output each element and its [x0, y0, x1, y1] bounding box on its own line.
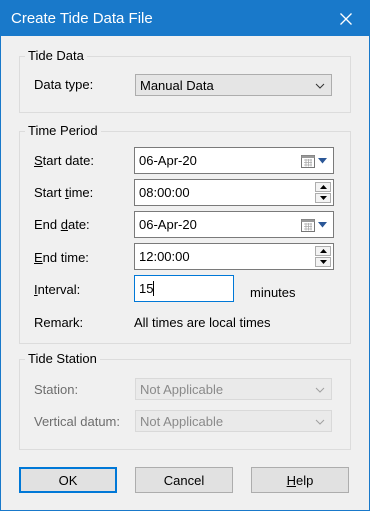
- chevron-down-icon: [315, 419, 325, 425]
- data-type-dropdown[interactable]: Manual Data: [135, 74, 332, 96]
- interval-label: Interval:: [34, 282, 80, 298]
- start-time-label-a: Start: [34, 185, 66, 200]
- cancel-button[interactable]: Cancel: [135, 467, 233, 493]
- end-time-value: 12:00:00: [139, 249, 190, 264]
- arrow-down-icon: [319, 260, 327, 264]
- start-date-label-text: tart date:: [42, 153, 94, 168]
- start-date-picker[interactable]: 06-Apr-20: [134, 147, 334, 174]
- tide-station-legend: Tide Station: [25, 351, 100, 367]
- interval-label-text: nterval:: [37, 282, 81, 297]
- chevron-down-icon: [318, 158, 327, 164]
- vertical-datum-value: Not Applicable: [140, 414, 224, 429]
- end-time-spin-buttons: [315, 246, 331, 267]
- start-date-calendar-button[interactable]: [301, 153, 329, 169]
- chevron-down-icon: [315, 387, 325, 393]
- start-time-down-button[interactable]: [315, 193, 331, 203]
- station-value: Not Applicable: [140, 382, 224, 397]
- arrow-up-icon: [319, 185, 327, 189]
- station-label: Station:: [34, 382, 79, 397]
- station-dropdown[interactable]: Not Applicable: [135, 378, 332, 400]
- end-date-calendar-button[interactable]: [301, 217, 329, 233]
- end-time-label-text: nd time:: [42, 250, 89, 265]
- end-time-down-button[interactable]: [315, 257, 331, 267]
- end-date-label-a: End: [34, 217, 61, 232]
- vertical-datum-label: Vertical datum:: [34, 414, 120, 429]
- tide-station-group: Tide Station: [19, 351, 351, 450]
- start-time-label-b: ime:: [68, 185, 94, 200]
- time-period-legend: Time Period: [25, 123, 101, 139]
- interval-value: 15: [139, 281, 154, 296]
- end-date-value: 06-Apr-20: [139, 217, 197, 232]
- dialog-window: Create Tide Data File Tide Data Data typ…: [0, 0, 370, 511]
- remark-label: Remark:: [34, 315, 84, 330]
- start-time-value: 08:00:00: [139, 185, 190, 200]
- title-bar[interactable]: Create Tide Data File: [1, 1, 369, 36]
- start-date-accel: S: [34, 153, 43, 168]
- interval-unit-label: minutes: [250, 285, 296, 300]
- end-date-picker[interactable]: 06-Apr-20: [134, 211, 334, 238]
- data-type-label: Data type:: [34, 77, 94, 92]
- start-date-value: 06-Apr-20: [139, 153, 197, 168]
- tide-data-legend: Tide Data: [25, 48, 87, 64]
- start-time-label: Start time:: [34, 185, 93, 201]
- arrow-up-icon: [319, 249, 327, 253]
- close-icon: [340, 12, 352, 25]
- calendar-icon: [301, 155, 315, 168]
- start-date-label: Start date:: [34, 153, 94, 169]
- end-date-label: End date:: [34, 217, 90, 233]
- start-time-up-button[interactable]: [315, 182, 331, 192]
- data-type-value: Manual Data: [140, 78, 214, 93]
- end-date-label-b: ate:: [67, 217, 90, 232]
- window-title: Create Tide Data File: [11, 10, 153, 27]
- start-time-spin-buttons: [315, 182, 331, 203]
- chevron-down-icon: [318, 222, 327, 228]
- arrow-down-icon: [319, 196, 327, 200]
- remark-value: All times are local times: [134, 315, 271, 330]
- end-date-accel: d: [60, 217, 68, 232]
- help-accel: H: [286, 472, 297, 488]
- help-button[interactable]: Help: [251, 467, 349, 493]
- end-time-label: End time:: [34, 250, 89, 266]
- end-time-spinner[interactable]: 12:00:00: [134, 243, 334, 270]
- calendar-icon: [301, 219, 315, 232]
- vertical-datum-dropdown[interactable]: Not Applicable: [135, 410, 332, 432]
- close-button[interactable]: [323, 1, 369, 36]
- ok-button[interactable]: OK: [19, 467, 117, 493]
- interval-input[interactable]: 15: [134, 275, 234, 302]
- end-time-accel: E: [34, 250, 43, 265]
- end-time-up-button[interactable]: [315, 246, 331, 256]
- chevron-down-icon: [315, 83, 325, 89]
- text-caret: [153, 281, 154, 296]
- start-time-spinner[interactable]: 08:00:00: [134, 179, 334, 206]
- help-label-text: elp: [296, 472, 314, 488]
